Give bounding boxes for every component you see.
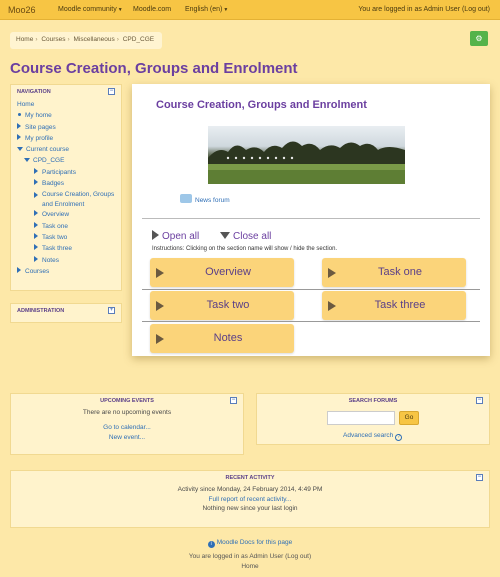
open-close-controls: Open all Close all bbox=[152, 230, 271, 242]
page-title: Course Creation, Groups and Enrolment bbox=[10, 60, 298, 77]
upcoming-events-block: UPCOMING EVENTS − There are no upcoming … bbox=[10, 393, 244, 455]
section-task-one[interactable]: Task one bbox=[322, 258, 466, 287]
advanced-search-link[interactable]: Advanced search? bbox=[343, 432, 403, 441]
nav-task-three[interactable]: Task three bbox=[17, 243, 121, 254]
expand-arrow-icon bbox=[17, 122, 21, 129]
go-to-calendar-link[interactable]: Go to calendar... bbox=[11, 423, 243, 433]
section-task-three[interactable]: Task three bbox=[322, 291, 466, 320]
search-forums-block: SEARCH FORUMS − Go Advanced search? bbox=[256, 393, 490, 445]
expand-arrow-icon bbox=[34, 232, 38, 239]
nav-course-section[interactable]: Course Creation, Groups and Enrolment bbox=[17, 189, 121, 209]
collapse-arrow-icon bbox=[24, 158, 30, 163]
full-report-link[interactable]: Full report of recent activity... bbox=[11, 495, 489, 505]
expand-arrow-icon bbox=[17, 133, 21, 140]
caret-down-icon: ▼ bbox=[223, 7, 229, 13]
recent-activity-block: RECENT ACTIVITY − Activity since Monday,… bbox=[10, 470, 490, 528]
administration-block: ADMINISTRATION + bbox=[10, 303, 122, 323]
course-banner-image bbox=[208, 126, 405, 184]
section-divider bbox=[142, 289, 480, 290]
collapse-block-icon[interactable]: − bbox=[476, 474, 483, 481]
search-input[interactable] bbox=[327, 411, 395, 425]
section-arrow-icon bbox=[156, 334, 164, 344]
bullet-icon bbox=[18, 113, 21, 117]
section-arrow-icon bbox=[328, 301, 336, 311]
administration-header[interactable]: ADMINISTRATION + bbox=[11, 304, 121, 318]
moodle-docs-link[interactable]: i Moodle Docs for this page bbox=[0, 539, 500, 548]
login-info[interactable]: You are logged in as Admin User (Log out… bbox=[358, 6, 490, 13]
breadcrumb-home[interactable]: Home bbox=[16, 36, 33, 43]
nav-notes[interactable]: Notes bbox=[17, 255, 121, 266]
breadcrumb-course[interactable]: CPD_CGE bbox=[123, 36, 154, 43]
section-arrow-icon bbox=[156, 301, 164, 311]
help-icon[interactable]: ? bbox=[395, 434, 403, 441]
section-arrow-icon bbox=[156, 268, 164, 278]
nav-participants[interactable]: Participants bbox=[17, 167, 121, 178]
footer-login-info[interactable]: You are logged in as Admin User (Log out… bbox=[0, 553, 500, 560]
caret-down-icon: ▼ bbox=[117, 7, 123, 13]
expand-block-icon[interactable]: + bbox=[108, 307, 115, 314]
collapse-arrow-icon bbox=[17, 147, 23, 152]
section-notes[interactable]: Notes bbox=[150, 324, 294, 353]
nav-site-pages[interactable]: Site pages bbox=[17, 122, 121, 133]
new-event-link[interactable]: New event... bbox=[11, 433, 243, 443]
collapse-block-icon[interactable]: − bbox=[108, 88, 115, 95]
menu-language[interactable]: English (en)▼ bbox=[185, 6, 228, 13]
expand-arrow-icon bbox=[34, 255, 38, 262]
nav-current-course[interactable]: Current course bbox=[17, 144, 121, 155]
expand-arrow-icon bbox=[34, 244, 38, 251]
search-go-button[interactable]: Go bbox=[399, 411, 419, 425]
course-title: Course Creation, Groups and Enrolment bbox=[156, 99, 367, 111]
search-header: SEARCH FORUMS − bbox=[348, 397, 483, 404]
breadcrumb: Home › Courses › Miscellaneous › CPD_CGE bbox=[10, 32, 162, 49]
expand-arrow-icon bbox=[34, 210, 38, 217]
down-arrow-icon bbox=[220, 232, 231, 239]
nav-my-profile[interactable]: My profile bbox=[17, 133, 121, 144]
nav-home[interactable]: Home bbox=[17, 99, 121, 110]
site-brand[interactable]: Moo26 bbox=[8, 5, 36, 15]
nav-task-one[interactable]: Task one bbox=[17, 221, 121, 232]
navigation-block: NAVIGATION − Home My home Site pages My … bbox=[10, 84, 122, 291]
forum-icon bbox=[180, 194, 192, 203]
section-arrow-icon bbox=[328, 268, 336, 278]
section-divider bbox=[142, 321, 480, 322]
nav-my-home[interactable]: My home bbox=[17, 110, 121, 121]
footer-home-link[interactable]: Home bbox=[0, 563, 500, 570]
section-overview[interactable]: Overview bbox=[150, 258, 294, 287]
nav-badges[interactable]: Badges bbox=[17, 178, 121, 189]
gear-icon: ⚙ bbox=[475, 34, 483, 43]
nav-overview[interactable]: Overview bbox=[17, 209, 121, 220]
info-icon: i bbox=[207, 541, 215, 548]
upcoming-header: UPCOMING EVENTS − bbox=[100, 397, 237, 404]
no-events-text: There are no upcoming events bbox=[82, 409, 172, 416]
collapse-block-icon[interactable]: − bbox=[476, 397, 483, 404]
activity-since-text: Activity since Monday, 24 February 2014,… bbox=[177, 486, 323, 493]
instructions-text: Instructions: Clicking on the section na… bbox=[152, 246, 338, 252]
expand-arrow-icon bbox=[34, 167, 38, 174]
close-all-button[interactable]: Close all bbox=[202, 231, 271, 242]
expand-arrow-icon bbox=[34, 192, 38, 199]
play-arrow-icon bbox=[152, 230, 159, 240]
breadcrumb-misc[interactable]: Miscellaneous bbox=[74, 36, 115, 43]
collapse-block-icon[interactable]: − bbox=[230, 397, 237, 404]
section-task-two[interactable]: Task two bbox=[150, 291, 294, 320]
expand-arrow-icon bbox=[34, 221, 38, 228]
nav-course-cpd[interactable]: CPD_CGE bbox=[17, 155, 121, 166]
nav-task-two[interactable]: Task two bbox=[17, 232, 121, 243]
expand-arrow-icon bbox=[17, 266, 21, 273]
recent-header: RECENT ACTIVITY − bbox=[225, 474, 483, 481]
nav-courses[interactable]: Courses bbox=[17, 266, 121, 277]
expand-arrow-icon bbox=[34, 179, 38, 186]
menu-moodle-community[interactable]: Moodle community▼ bbox=[58, 6, 123, 13]
breadcrumb-courses[interactable]: Courses bbox=[41, 36, 65, 43]
divider bbox=[142, 218, 480, 219]
open-all-button[interactable]: Open all bbox=[152, 230, 199, 242]
menu-moodle-com[interactable]: Moodle.com bbox=[133, 6, 171, 13]
top-navbar: Moo26 Moodle community▼ Moodle.com Engli… bbox=[0, 0, 500, 20]
navigation-header: NAVIGATION − bbox=[17, 88, 115, 95]
settings-gear-button[interactable]: ⚙ bbox=[470, 31, 488, 46]
news-forum-link[interactable]: News forum bbox=[180, 194, 230, 204]
course-content: Course Creation, Groups and Enrolment Ne… bbox=[132, 84, 490, 356]
nothing-new-text: Nothing new since your last login bbox=[202, 505, 298, 512]
